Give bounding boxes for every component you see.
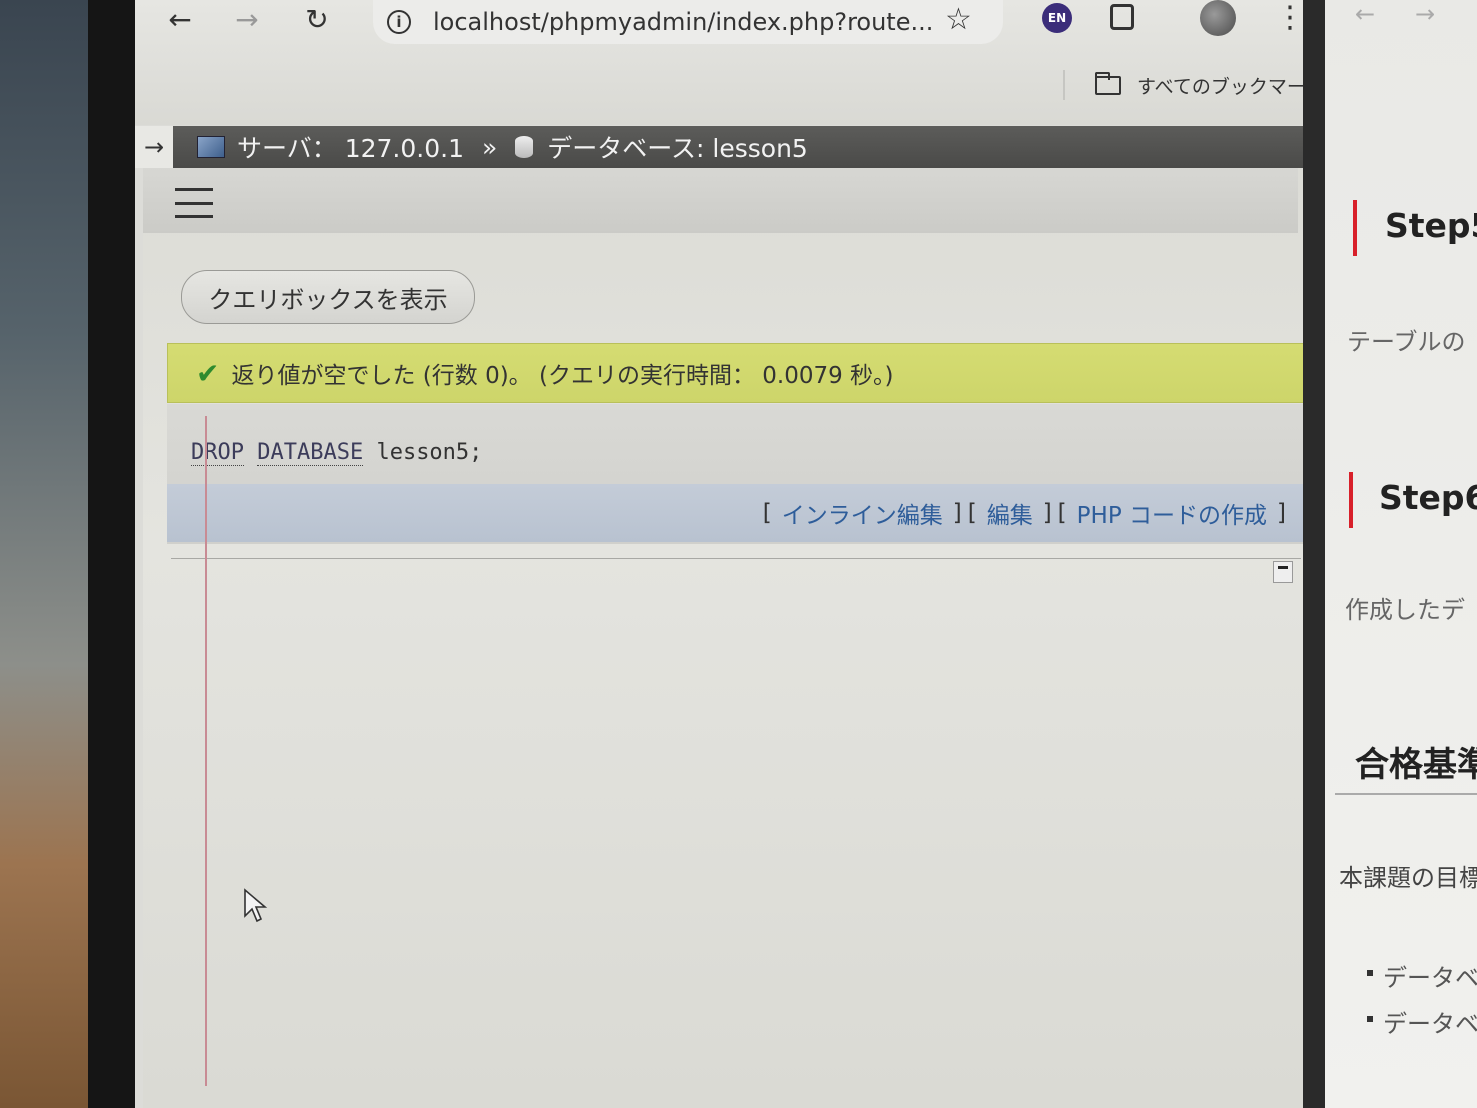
url-text: localhost/phpmyadmin/index.php?route... <box>433 8 934 36</box>
success-text: 返り値が空でした (行数 0)。 (クエリの実行時間： 0.0079 秒。) <box>231 363 894 389</box>
back-icon[interactable]: ← <box>1355 0 1375 28</box>
criteria-heading: 合格基準 <box>1355 745 1477 785</box>
server-icon <box>197 136 225 158</box>
reload-icon[interactable]: ↻ <box>297 0 337 38</box>
browser-toolbar: ← → ↻ i localhost/phpmyadmin/index.php?r… <box>135 0 1325 125</box>
address-bar[interactable]: i localhost/phpmyadmin/index.php?route..… <box>373 0 1003 44</box>
step5-accent-bar <box>1353 200 1357 256</box>
breadcrumb: → サーバ： 127.0.0.1 » データベース: lesson5 <box>135 126 1325 168</box>
sql-keyword-drop[interactable]: DROP <box>191 440 244 466</box>
star-icon[interactable]: ☆ <box>945 2 972 37</box>
show-query-box-button[interactable]: クエリボックスを表示 <box>181 270 475 324</box>
extensions-icon[interactable] <box>1110 4 1134 30</box>
divider <box>171 558 1301 559</box>
step6-accent-bar <box>1349 472 1353 528</box>
main-content: クエリボックスを表示 ✔ 返り値が空でした (行数 0)。 (クエリの実行時間：… <box>143 168 1318 1108</box>
sql-keyword-database[interactable]: DATABASE <box>257 440 364 466</box>
sql-query: DROP DATABASE lesson5; <box>191 440 483 466</box>
bookmarks-label: すべてのブックマーク <box>1137 76 1325 98</box>
hamburger-icon[interactable] <box>175 188 213 218</box>
info-icon[interactable]: i <box>387 10 411 34</box>
collapse-arrow-icon[interactable]: → <box>135 126 173 168</box>
top-menu-strip <box>143 168 1298 233</box>
breadcrumb-server[interactable]: サーバ： 127.0.0.1 <box>237 129 464 165</box>
back-icon[interactable]: ← <box>160 0 200 38</box>
sql-query-box: DROP DATABASE lesson5; [インライン編集] [編集] [P… <box>167 404 1304 544</box>
edit-link[interactable]: 編集 <box>987 496 1033 530</box>
forward-icon[interactable]: → <box>227 0 267 38</box>
list-item: データベ <box>1367 1004 1477 1039</box>
folder-icon <box>1095 72 1121 95</box>
window-divider <box>1303 0 1325 1108</box>
criteria-divider <box>1335 793 1477 795</box>
query-actions: [インライン編集] [編集] [PHP コードの作成] <box>167 484 1304 542</box>
mouse-pointer-icon <box>244 888 268 923</box>
criteria-text: 本課題の目標 <box>1339 864 1477 892</box>
step6-text: 作成したデ <box>1345 596 1465 624</box>
list-item: データベ <box>1367 958 1477 993</box>
language-badge[interactable]: EN <box>1042 3 1072 33</box>
step5-heading: Step5 <box>1385 206 1477 245</box>
forward-icon[interactable]: → <box>1415 0 1435 28</box>
inline-edit-link[interactable]: インライン編集 <box>782 496 943 530</box>
database-icon <box>515 136 534 158</box>
minimize-icon[interactable] <box>1273 561 1293 583</box>
step5-text: テーブルの <box>1347 328 1466 356</box>
step6-heading: Step6 <box>1379 478 1477 517</box>
breadcrumb-separator: » <box>481 132 498 162</box>
success-message: ✔ 返り値が空でした (行数 0)。 (クエリの実行時間： 0.0079 秒。) <box>167 343 1304 403</box>
create-php-code-link[interactable]: PHP コードの作成 <box>1077 496 1267 530</box>
vertical-guide-line <box>205 416 207 1086</box>
checkmark-icon: ✔ <box>196 356 220 390</box>
menu-icon[interactable]: ⋮ <box>1275 0 1305 35</box>
all-bookmarks-button[interactable]: すべてのブックマーク <box>1095 72 1325 99</box>
sql-query-rest: lesson5; <box>376 440 483 465</box>
bookmark-divider <box>1063 70 1065 100</box>
second-window: ← → Step5 テーブルの Step6 作成したデ 合格基準 本課題の目標 … <box>1325 0 1477 1108</box>
screen: ← → ↻ i localhost/phpmyadmin/index.php?r… <box>135 0 1477 1108</box>
avatar-icon[interactable] <box>1200 0 1236 36</box>
breadcrumb-database[interactable]: データベース: lesson5 <box>547 129 808 165</box>
